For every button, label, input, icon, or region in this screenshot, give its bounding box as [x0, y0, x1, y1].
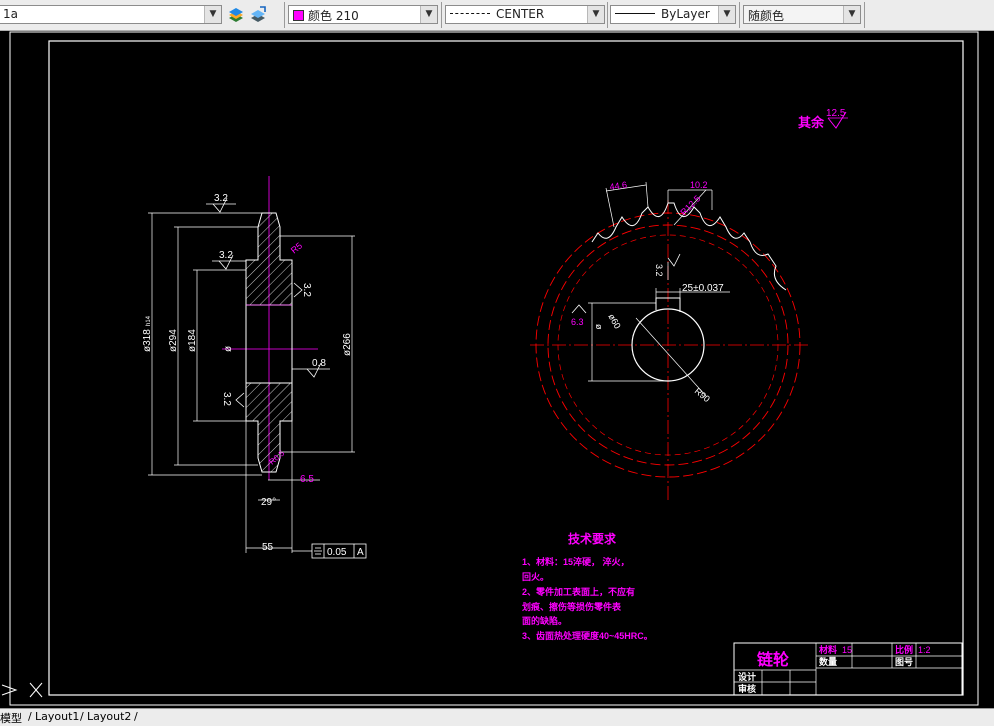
layer-states-icon[interactable]	[227, 6, 245, 24]
roughness-keyway-value: 3.2	[654, 264, 664, 277]
layer-dropdown-value: 1a	[3, 7, 18, 21]
dim-hub: ø	[594, 324, 604, 330]
chevron-down-icon[interactable]: ▼	[204, 6, 221, 23]
roughness-top-value: 3.2	[214, 193, 228, 204]
chevron-down-icon[interactable]: ▼	[718, 6, 735, 23]
reviewer-label: 审核	[738, 683, 756, 694]
dim-tooth-102: 10.2	[690, 180, 708, 190]
part-name: 链轮	[757, 650, 789, 669]
roughness-bore-value: 0.8	[312, 358, 326, 369]
lineweight-dropdown-value: ByLayer	[661, 7, 710, 21]
roughness-symbol-right: 3.2	[293, 282, 312, 297]
note-line: 1、材料：15淬硬， 淬火，	[522, 556, 630, 567]
linetype-dropdown-value: CENTER	[496, 7, 545, 21]
dim-bore-d60: ø60	[606, 312, 622, 330]
roughness-left-lower-value: 3.2	[221, 392, 232, 406]
roughness-symbol-keyway: 3.2	[654, 253, 681, 277]
roughness-right-value: 3.2	[301, 283, 312, 297]
chevron-down-icon[interactable]: ▼	[843, 6, 860, 23]
outer-border	[9, 31, 979, 706]
tab-layout2[interactable]: Layout2	[87, 710, 131, 723]
sprocket-teeth	[591, 202, 787, 291]
toolbar-separator	[607, 2, 608, 28]
linetype-preview	[450, 13, 490, 14]
tab-separator: /	[134, 710, 138, 723]
dim-d294: ø294	[168, 329, 179, 352]
note-line: 划痕、擦伤等损伤零件表	[522, 601, 622, 612]
note-line: 面的缺陷。	[522, 615, 567, 626]
dim-chamfer: 6.5	[300, 474, 314, 485]
scale-label: 比例	[895, 644, 913, 655]
designer-label: 设计	[738, 671, 756, 682]
dim-angle: 29°	[261, 497, 276, 508]
dim-d266: ø266	[342, 333, 353, 356]
material-value: 15	[842, 645, 852, 655]
dim-d318-sub: h14	[146, 315, 152, 326]
note-line: 3、齿面热处理硬度40~45HRC。	[522, 630, 653, 641]
roughness-front-left-value: 6.3	[571, 317, 584, 327]
dim-r90: R90	[693, 386, 712, 404]
side-view: ø318 h14 ø294 ø184 ø266 ø 55 29° 6.5 R0.…	[142, 176, 367, 559]
plotstyle-dropdown[interactable]: 随颜色 ▼	[743, 5, 861, 24]
dim-d184: ø184	[187, 329, 198, 352]
note-line: 回火。	[522, 572, 549, 582]
chevron-down-icon[interactable]: ▼	[587, 6, 604, 23]
dim-tooth-446: 44.6	[609, 180, 628, 192]
dim-d318: ø318	[142, 329, 153, 352]
tolerance-value: 0.05	[327, 547, 347, 558]
tab-model[interactable]: 模型	[0, 710, 22, 726]
layer-dropdown[interactable]: 1a ▼	[0, 5, 222, 24]
tab-separator: /	[28, 710, 32, 723]
toolbar-separator	[441, 2, 442, 28]
scale-value: 1:2	[918, 645, 931, 655]
lineweight-dropdown[interactable]: ByLayer ▼	[610, 5, 736, 24]
geometric-tolerance-frame: 0.05 A	[292, 543, 367, 559]
chevron-down-icon[interactable]: ▼	[420, 6, 437, 23]
inner-border	[48, 40, 964, 696]
layer-previous-icon[interactable]	[249, 6, 267, 24]
dim-keyway: 25±0.037	[682, 283, 724, 294]
color-dropdown-value: 颜色 210	[308, 9, 359, 23]
drawing-canvas[interactable]: ø318 h14 ø294 ø184 ø266 ø 55 29° 6.5 R0.…	[0, 31, 994, 707]
drawing-number-label: 图号	[895, 657, 913, 667]
dim-r5: R5	[289, 240, 304, 255]
dim-bore-symbol: ø	[223, 346, 234, 352]
color-dropdown[interactable]: 颜色 210 ▼	[288, 5, 438, 24]
tab-layout1[interactable]: Layout1	[35, 710, 79, 723]
note-line: 2、零件加工表面上，不应有	[522, 586, 635, 597]
roughness-symbol-mid: 3.2	[212, 250, 246, 270]
quantity-label: 数量	[819, 656, 837, 667]
tab-separator: /	[80, 710, 84, 723]
dim-width-55: 55	[262, 542, 274, 553]
roughness-symbol-front-left: 6.3	[571, 304, 587, 327]
layout-tabs: 模型 / Layout1 / Layout2 /	[0, 708, 994, 726]
toolbar-separator	[284, 2, 285, 28]
color-swatch	[293, 10, 304, 21]
linetype-dropdown[interactable]: CENTER ▼	[445, 5, 605, 24]
ucs-icon	[1, 682, 43, 698]
tolerance-datum: A	[357, 547, 364, 558]
drawing-svg: ø318 h14 ø294 ø184 ø266 ø 55 29° 6.5 R0.…	[1, 31, 979, 706]
roughness-other-value: 12.5	[826, 108, 846, 119]
lineweight-preview	[615, 13, 655, 14]
roughness-symbol-left-lower: 3.2	[221, 392, 245, 408]
roughness-other: 其余 12.5	[798, 108, 848, 130]
title-block: 链轮 材料 15 比例 1:2 数量 图号 设计 审核	[733, 642, 963, 696]
roughness-symbol-bore: 0.8	[292, 358, 330, 378]
plotstyle-dropdown-value: 随颜色	[748, 9, 785, 23]
material-label: 材料	[818, 644, 837, 655]
technical-notes: 技术要求 1、材料：15淬硬， 淬火， 回火。 2、零件加工表面上，不应有 划痕…	[522, 531, 653, 641]
properties-toolbar: 1a ▼ 颜色 210 ▼ CENTER ▼ ByLayer ▼ 随颜色 ▼	[0, 0, 994, 31]
toolbar-separator	[739, 2, 740, 28]
toolbar-separator	[864, 2, 865, 28]
front-view: 44.6 10.2 R12.5 25±0.037 ø ø60 R90 3.2 6…	[530, 180, 810, 500]
roughness-symbol-top: 3.2	[206, 193, 236, 213]
roughness-other-label: 其余	[798, 115, 825, 130]
notes-title: 技术要求	[568, 531, 617, 546]
roughness-mid-value: 3.2	[219, 250, 233, 261]
dim-r125: R12.5	[678, 193, 702, 217]
